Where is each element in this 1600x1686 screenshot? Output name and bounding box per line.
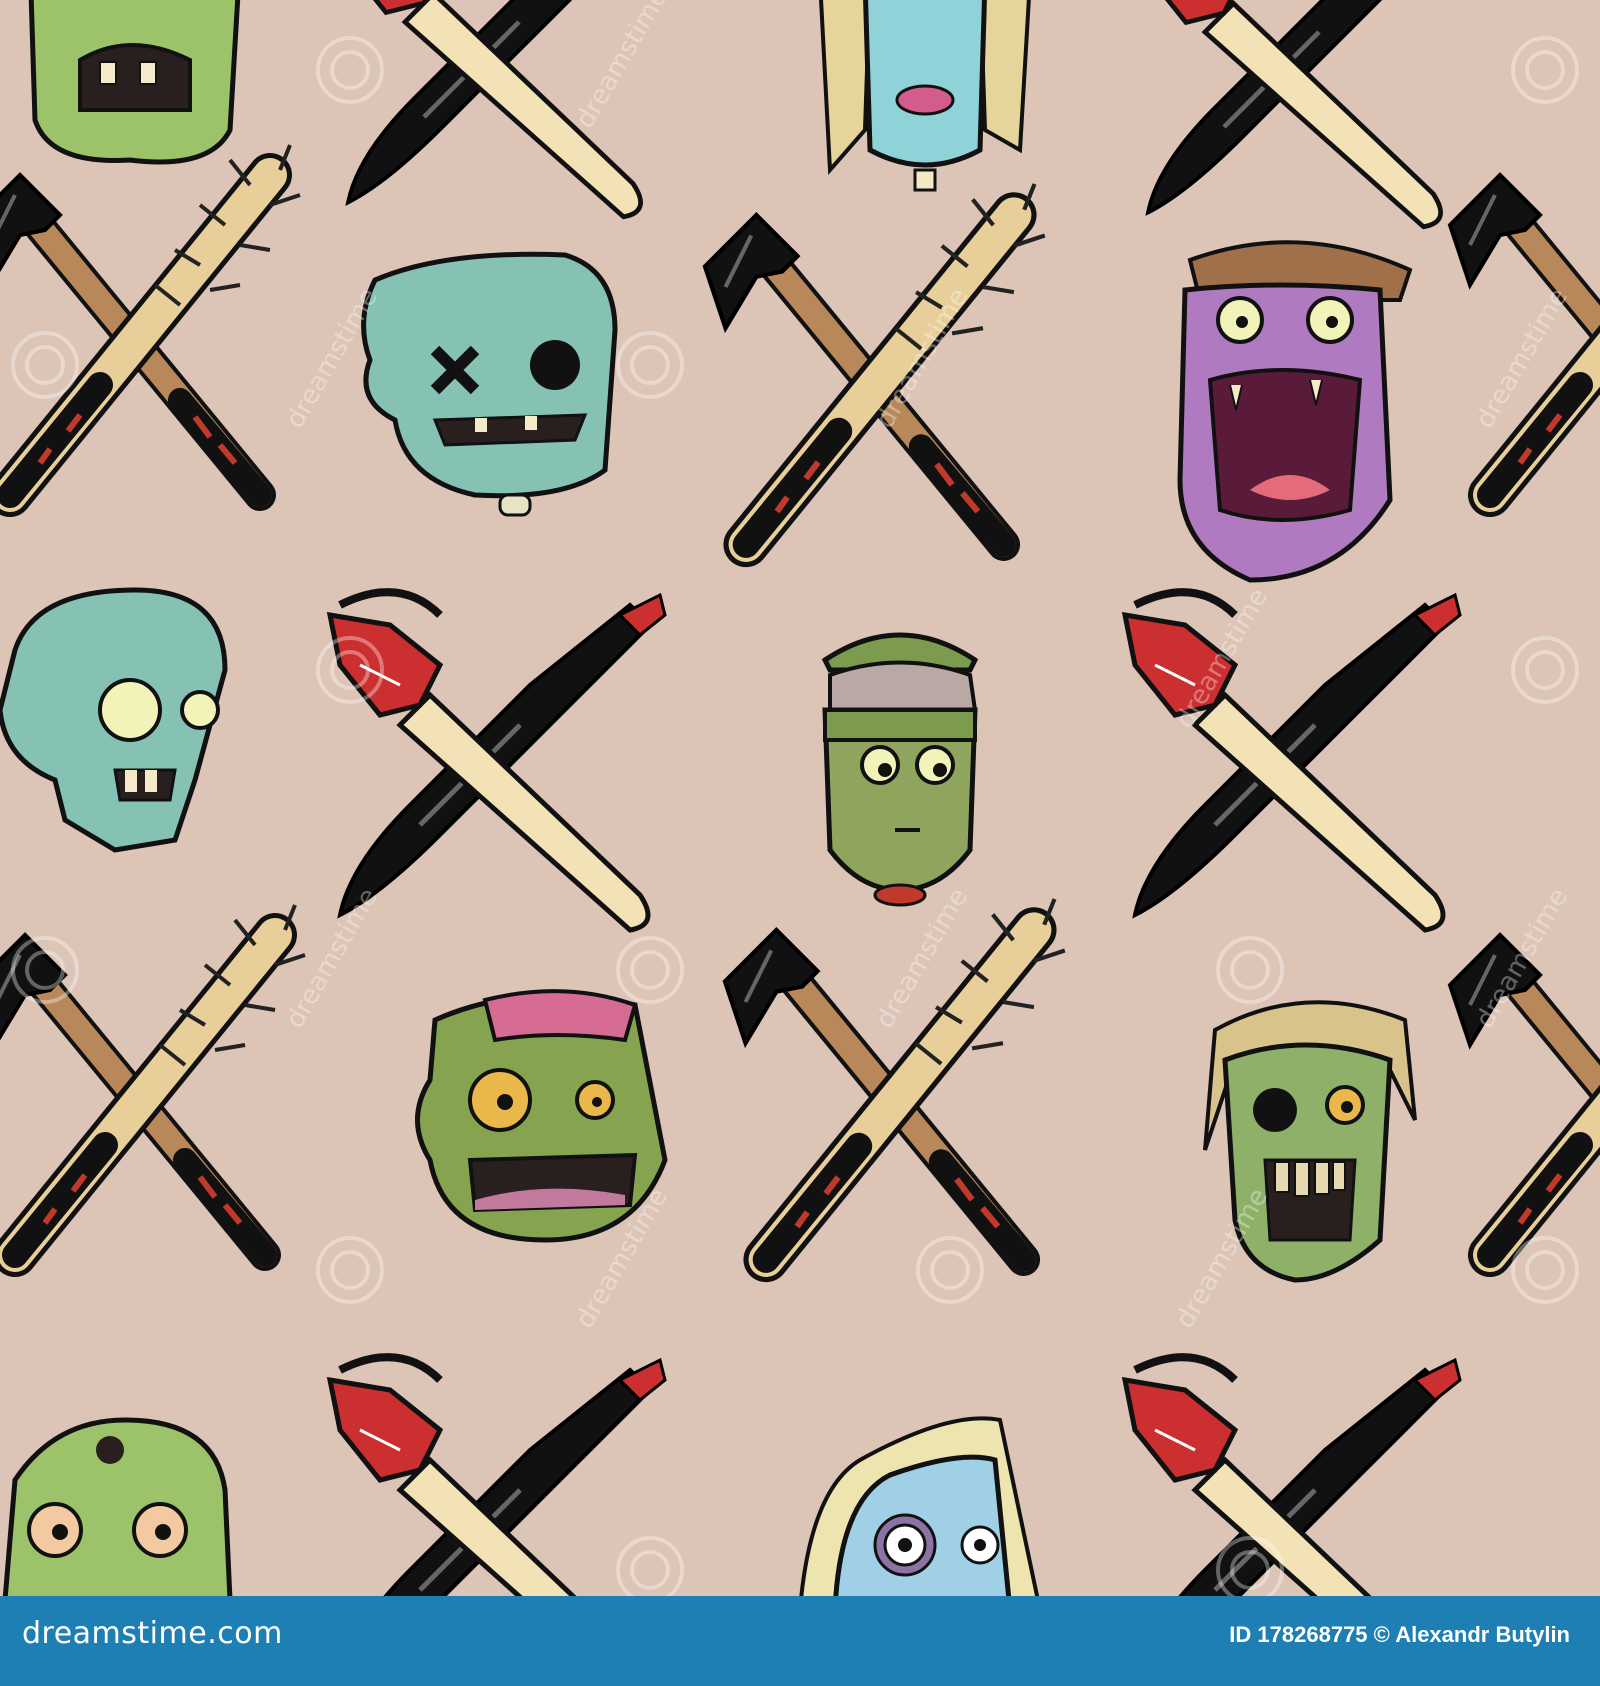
zombie-head-green-gap-teeth: [28, 0, 241, 165]
zombie-head-purple-screaming: [1177, 240, 1413, 583]
zombie-head-exposed-brain: [821, 632, 979, 907]
pattern-svg: dreamstime dreamstime dreamstime dreamst…: [0, 0, 1600, 1596]
author-name: Alexandr Butylin: [1395, 1622, 1570, 1647]
zombie-head-green-stitched: [415, 989, 668, 1243]
zombie-head-teal-bulging-eyes: [0, 587, 228, 853]
image-credit: ID 178268775 © Alexandr Butylin: [1229, 1622, 1570, 1648]
zombie-head-blonde-purple-eye: [799, 1416, 1040, 1596]
crossed-chainsaw-and-machete-4: [1125, 1357, 1460, 1596]
footer-bar: dreamstime.com ID 178268775 © Alexandr B…: [0, 1596, 1600, 1686]
crossed-knife-and-chainsaw-bar-2: [1139, 0, 1457, 227]
crossed-axe-and-nail-bat-edge: [1450, 145, 1600, 495]
crossed-chainsaw-and-machete: [330, 592, 665, 930]
zombie-head-blonde-blue: [819, 0, 1031, 192]
watermark-text: dreamstime: [570, 0, 674, 133]
crossed-axe-and-nail-bat-2: [705, 184, 1045, 545]
crossed-chainsaw-and-machete-3: [330, 1357, 665, 1596]
dreamstime-logo: dreamstime.com: [22, 1616, 283, 1651]
copyright-symbol: ©: [1373, 1622, 1390, 1647]
crossed-axe-and-nail-bat-3: [0, 905, 305, 1255]
crossed-chainsaw-and-machete-2: [1125, 592, 1460, 930]
zombie-head-teal-x-eye: [361, 251, 618, 517]
id-value: 178268775: [1257, 1622, 1368, 1647]
crossed-axe-and-nail-bat: [0, 145, 300, 495]
crossed-axe-and-nail-bat-4: [725, 899, 1065, 1260]
pattern-illustration: dreamstime dreamstime dreamstime dreamst…: [0, 0, 1600, 1596]
zombie-head-green-bald: [2, 1417, 233, 1596]
id-label: ID: [1229, 1622, 1252, 1647]
